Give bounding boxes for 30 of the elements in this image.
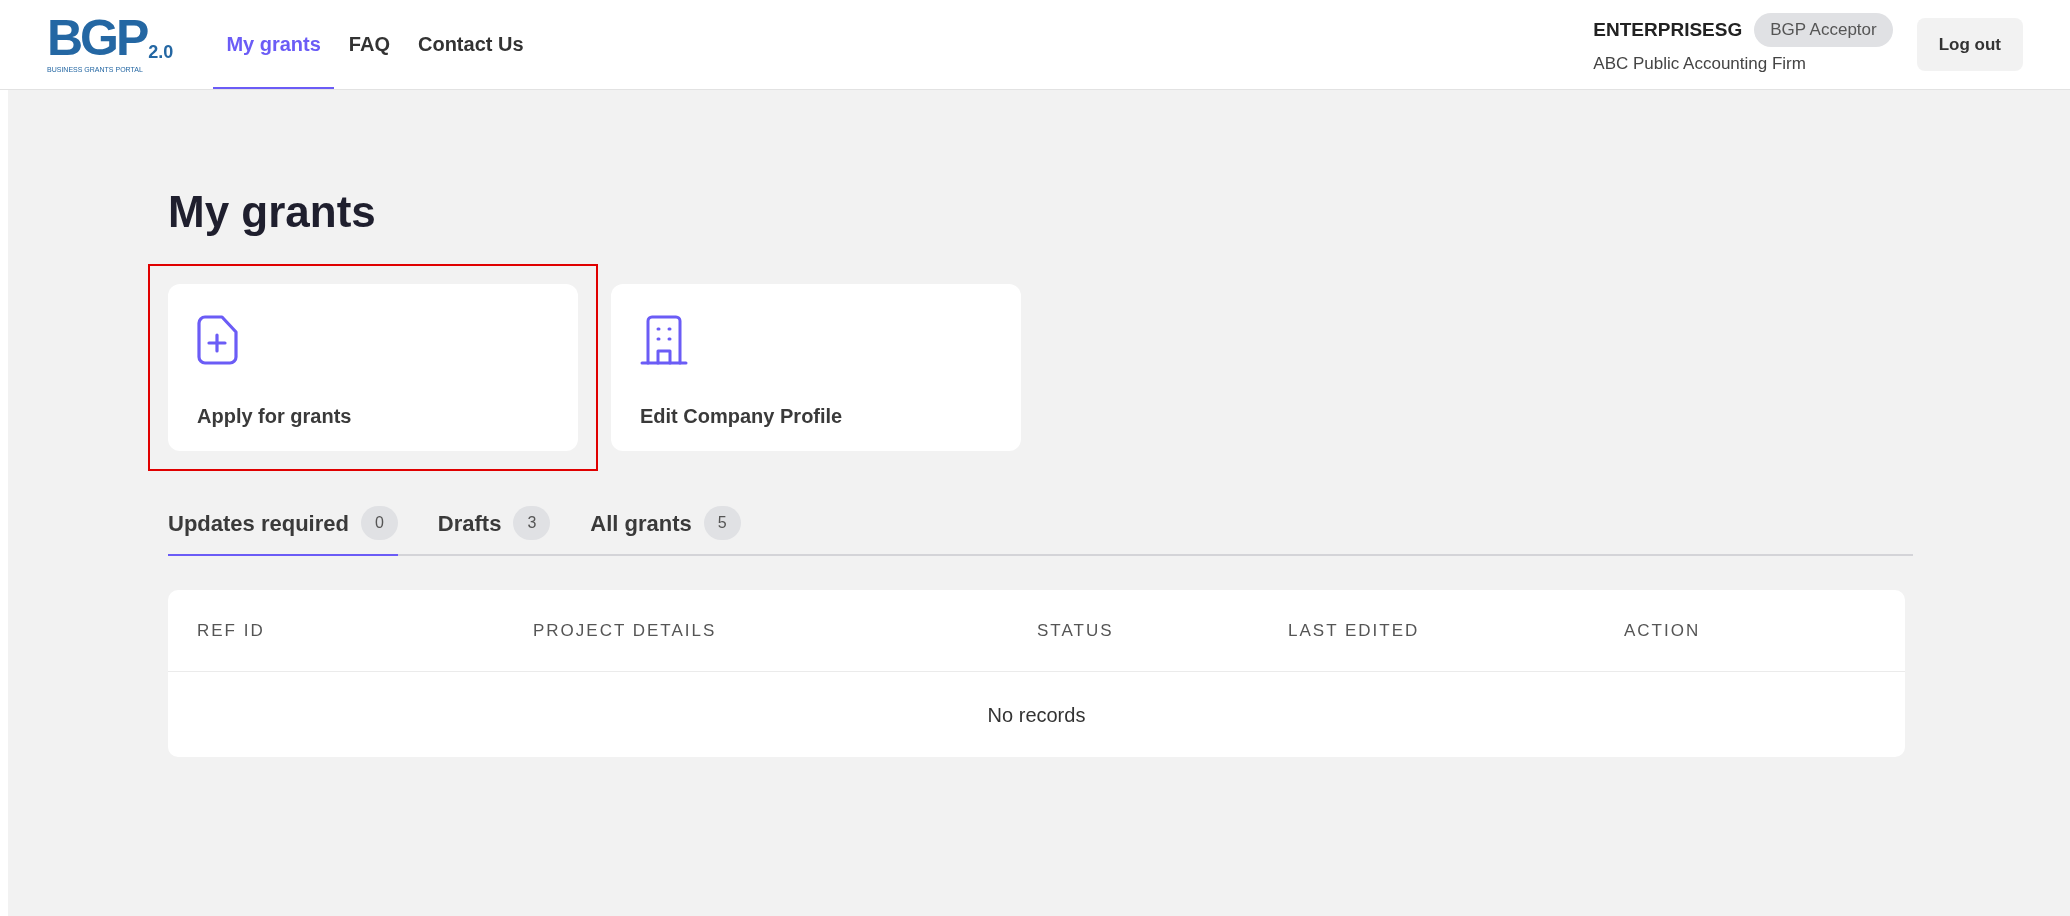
logo-mark: BGP [47, 13, 147, 64]
action-card[interactable]: Edit Company Profile [611, 284, 1021, 451]
count-badge: 3 [513, 506, 551, 540]
column-header: STATUS [1037, 619, 1115, 642]
column-header: ACTION [1624, 619, 1702, 642]
logo-version: 2.0 [148, 43, 174, 62]
tab-label: All grants [590, 509, 692, 538]
company-name: ABC Public Accounting Firm [1593, 52, 1807, 75]
count-badge: 5 [703, 506, 741, 540]
tab[interactable]: Updates required 0 [168, 506, 398, 556]
file-plus-icon [197, 315, 239, 365]
page-title: My grants [168, 190, 377, 234]
tab[interactable]: Drafts 3 [437, 506, 551, 556]
column-header: LAST EDITED [1288, 619, 1421, 642]
user-name: ENTERPRISESG [1593, 17, 1743, 42]
nav-link[interactable]: FAQ [335, 0, 403, 89]
column-header: PROJECT DETAILS [533, 619, 718, 642]
building-icon [640, 315, 688, 365]
logout-button[interactable]: Log out [1916, 17, 2023, 72]
card-label: Apply for grants [197, 404, 353, 429]
card-label: Edit Company Profile [640, 404, 844, 429]
column-header: REF ID [197, 619, 266, 642]
nav-link[interactable]: Contact Us [405, 0, 537, 89]
tab-label: Updates required [168, 509, 349, 538]
tab-label: Drafts [437, 509, 502, 538]
role-badge: BGP Acceptor [1754, 13, 1893, 47]
count-badge: 0 [360, 506, 398, 540]
tab[interactable]: All grants 5 [590, 506, 741, 556]
empty-message: No records [987, 702, 1086, 728]
action-card[interactable]: Apply for grants [168, 284, 578, 451]
